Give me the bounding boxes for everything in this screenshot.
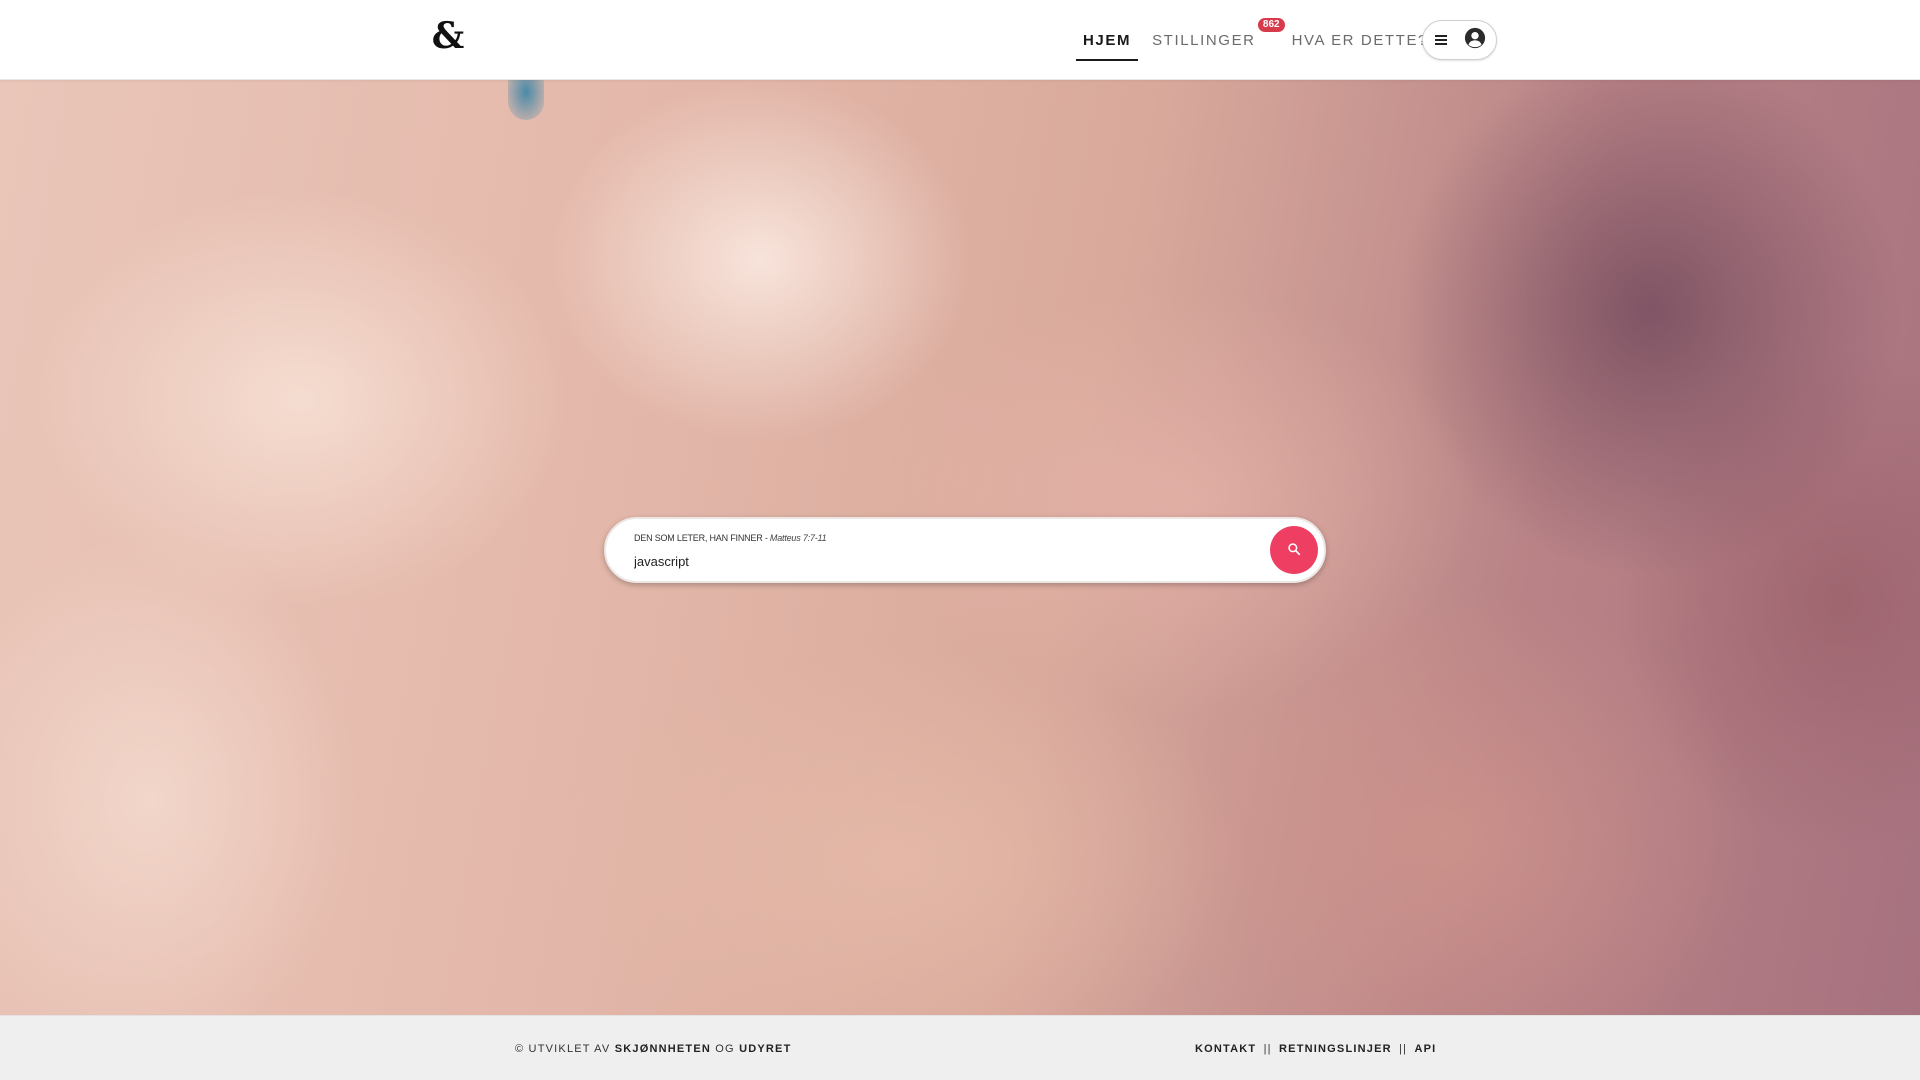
top-header: & HJEM STILLINGER 862 HVA ER DETTE?	[0, 0, 1920, 80]
footer-prefix: © UTVIKLET AV	[515, 1043, 615, 1055]
nav-item-hjem[interactable]: HJEM	[1076, 24, 1139, 61]
search-box: DEN SOM LETER, HAN FINNER - Matteus 7:7-…	[604, 517, 1326, 583]
footer-link-api[interactable]: API	[1414, 1043, 1436, 1055]
user-circle-icon	[1464, 27, 1486, 54]
account-menu-button[interactable]	[1422, 20, 1497, 60]
search-label-text: DEN SOM LETER, HAN FINNER -	[634, 533, 770, 543]
menu-icon	[1435, 34, 1449, 46]
stillinger-count-badge: 862	[1257, 17, 1285, 32]
footer-link-udyret[interactable]: UDYRET	[739, 1043, 791, 1055]
footer-separator: ||	[1263, 1043, 1272, 1055]
search-button[interactable]	[1270, 526, 1318, 574]
search-icon	[1287, 542, 1301, 559]
nav-item-hva-er-dette-label: HVA ER DETTE?	[1291, 31, 1428, 49]
search-label: DEN SOM LETER, HAN FINNER - Matteus 7:7-…	[634, 533, 827, 543]
main-nav: HJEM STILLINGER 862 HVA ER DETTE?	[1076, 0, 1442, 80]
nav-item-stillinger[interactable]: STILLINGER 862	[1145, 17, 1285, 57]
hero-cloud-background: DEN SOM LETER, HAN FINNER - Matteus 7:7-…	[0, 80, 1920, 1015]
sky-patch	[508, 80, 544, 120]
footer-mid: OG	[711, 1043, 740, 1055]
footer-separator: ||	[1399, 1043, 1408, 1055]
nav-item-stillinger-label: STILLINGER	[1152, 31, 1256, 49]
search-label-quote: Matteus 7:7-11	[769, 533, 827, 543]
nav-item-hva-er-dette[interactable]: HVA ER DETTE?	[1285, 24, 1435, 57]
footer-link-skjonnheten[interactable]: SKJØNNHETEN	[615, 1043, 711, 1055]
logo-ampersand[interactable]: &	[430, 18, 466, 54]
footer-credits: © UTVIKLET AV SKJØNNHETEN OG UDYRET	[515, 1043, 792, 1055]
footer-link-kontakt[interactable]: KONTAKT	[1195, 1043, 1256, 1055]
nav-item-hjem-label: HJEM	[1083, 31, 1132, 49]
footer-link-retningslinjer[interactable]: RETNINGSLINJER	[1279, 1043, 1392, 1055]
footer-links: KONTAKT || RETNINGSLINJER || API	[1195, 1043, 1436, 1055]
search-input[interactable]	[634, 551, 1234, 571]
footer: © UTVIKLET AV SKJØNNHETEN OG UDYRET KONT…	[0, 1015, 1920, 1080]
